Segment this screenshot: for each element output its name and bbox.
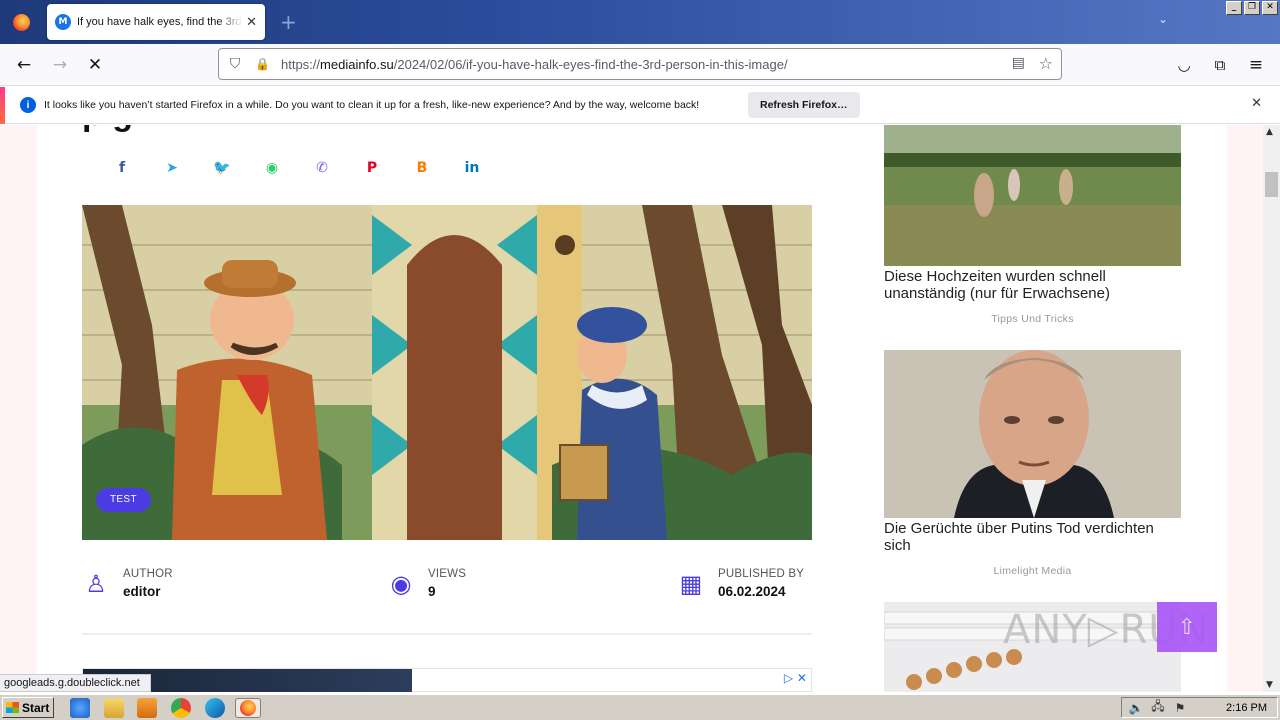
file-explorer-icon[interactable] <box>104 698 124 718</box>
scroll-down-arrow-icon[interactable]: ▼ <box>1266 680 1273 690</box>
minimize-button[interactable]: _ <box>1226 1 1242 15</box>
close-window-button[interactable]: ✕ <box>1262 1 1278 15</box>
sidebar-title-2[interactable]: Die Gerüchte über Putins Tod verdichten … <box>884 520 1184 554</box>
published-value: 06.02.2024 <box>718 584 786 599</box>
linkedin-icon[interactable]: in <box>447 160 497 176</box>
category-tag[interactable]: TEST <box>96 488 151 512</box>
tracking-protection-shield-icon[interactable]: ⛉ <box>227 56 243 72</box>
article-hero-image <box>82 205 812 540</box>
author-value[interactable]: editor <box>123 584 173 599</box>
sidebar-title-1[interactable]: Diese Hochzeiten wurden schnell unanstän… <box>884 268 1184 302</box>
page-scrollbar[interactable]: ▲ ▼ <box>1263 125 1280 692</box>
tab-close-icon[interactable]: ✕ <box>246 15 257 30</box>
eye-icon: ◉ <box>390 569 412 598</box>
firefox-icon <box>240 700 256 716</box>
status-link-preview: googleads.g.doubleclick.net <box>0 674 151 692</box>
extensions-puzzle-icon[interactable]: ⧉ <box>1209 54 1231 76</box>
published-meta: ▦ PUBLISHED BY 06.02.2024 <box>676 568 804 599</box>
volume-icon[interactable]: 🔈 <box>1128 701 1144 715</box>
window-controls: _ ❐ ✕ <box>1226 1 1278 15</box>
whatsapp-icon[interactable]: ◉ <box>247 160 297 176</box>
site-favicon-icon: M <box>55 14 71 30</box>
url-domain: mediainfo.su <box>320 56 394 72</box>
telegram-icon[interactable]: ➤ <box>147 160 197 176</box>
list-all-tabs-chevron-icon[interactable]: ⌄ <box>1158 12 1168 26</box>
pocket-icon[interactable]: ◡ <box>1173 54 1195 76</box>
scroll-thumb[interactable] <box>1265 172 1278 197</box>
calendar-icon: ▦ <box>679 569 703 598</box>
twitter-icon[interactable]: 🐦 <box>197 160 247 176</box>
navigation-toolbar: ← → ✕ ⛉ 🔒 https://mediainfo.su/2024/02/0… <box>0 44 1280 86</box>
article-title: p g <box>82 125 133 134</box>
bookmark-star-icon[interactable]: ☆ <box>1039 54 1053 73</box>
windows-taskbar: Start 🔈 🖧 ⚑ 2:16 PM <box>0 694 1280 720</box>
media-player-icon[interactable] <box>137 698 157 718</box>
notification-text: It looks like you haven’t started Firefo… <box>44 99 700 111</box>
viber-icon[interactable]: ✆ <box>297 160 347 176</box>
start-button[interactable]: Start <box>2 697 54 718</box>
tab-active[interactable]: M If you have halk eyes, find the 3rd pe… <box>47 4 265 40</box>
chrome-icon[interactable] <box>171 698 191 718</box>
refresh-firefox-button[interactable]: Refresh Firefox… <box>748 92 860 118</box>
section-divider <box>82 633 812 635</box>
notification-bar: i It looks like you haven’t started Fire… <box>0 87 1280 124</box>
share-bar: f ➤ 🐦 ◉ ✆ P Bin <box>97 160 497 176</box>
reader-view-icon[interactable]: ▤ <box>1012 55 1025 71</box>
clock[interactable]: 2:16 PM <box>1226 702 1267 714</box>
facebook-icon[interactable]: f <box>97 160 147 176</box>
firefox-logo-icon <box>12 13 30 31</box>
info-icon: i <box>20 97 36 113</box>
scroll-up-arrow-icon[interactable]: ▲ <box>1266 127 1273 137</box>
tab-bar: M If you have halk eyes, find the 3rd pe… <box>0 0 1280 44</box>
address-bar[interactable]: ⛉ 🔒 https://mediainfo.su/2024/02/06/if-y… <box>218 48 1062 80</box>
new-tab-plus-icon[interactable]: + <box>280 10 297 34</box>
lock-icon[interactable]: 🔒 <box>255 57 270 71</box>
tab-title: If you have halk eyes, find the 3rd pers… <box>77 16 243 28</box>
system-tray: 🔈 🖧 ⚑ 2:16 PM <box>1121 697 1278 718</box>
web-page: p g f➤🐦◉✆PBin <box>0 125 1263 692</box>
scroll-to-top-button[interactable]: ⇧ <box>1157 602 1217 652</box>
advertisement-banner[interactable]: ▷ ✕ <box>82 668 812 692</box>
user-icon: ♙ <box>85 569 107 598</box>
back-arrow-icon[interactable]: ← <box>13 54 35 76</box>
network-icon[interactable]: 🖧 <box>1150 697 1166 718</box>
views-meta: ◉ VIEWS 9 <box>386 568 466 599</box>
firefox-menu-button[interactable] <box>0 0 42 44</box>
pinterest-icon[interactable]: P <box>347 160 397 176</box>
restore-button[interactable]: ❐ <box>1244 1 1260 15</box>
edge-icon[interactable] <box>205 698 225 718</box>
internet-explorer-icon[interactable] <box>70 698 90 718</box>
blogger-icon[interactable]: B <box>397 160 447 176</box>
url-scheme: https:// <box>281 56 321 72</box>
firefox-taskbar-button[interactable] <box>235 698 261 718</box>
views-label: VIEWS <box>428 568 467 580</box>
sidebar-source-2[interactable]: Limelight Media <box>884 565 1181 577</box>
notification-close-icon[interactable]: ✕ <box>1251 96 1262 111</box>
stop-loading-icon[interactable]: ✕ <box>84 54 106 76</box>
author-meta: ♙ AUTHOR editor <box>81 568 173 599</box>
hamburger-menu-icon[interactable]: ≡ <box>1245 54 1267 76</box>
author-label: AUTHOR <box>123 568 173 580</box>
sidebar-source-1[interactable]: Tipps Und Tricks <box>884 313 1181 325</box>
flag-icon[interactable]: ⚑ <box>1172 701 1188 715</box>
forward-arrow-icon[interactable]: → <box>49 54 71 76</box>
windows-logo-icon <box>6 702 19 713</box>
sidebar-image-2[interactable] <box>884 350 1181 518</box>
url-path: /2024/02/06/if-you-have-halk-eyes-find-t… <box>393 56 788 72</box>
url-text[interactable]: https://mediainfo.su/2024/02/06/if-you-h… <box>281 57 788 72</box>
views-value: 9 <box>428 584 436 599</box>
sidebar-image-1[interactable] <box>884 125 1181 266</box>
ad-choices-icon[interactable]: ▷ ✕ <box>784 671 807 685</box>
published-label: PUBLISHED BY <box>718 568 805 580</box>
start-label: Start <box>22 700 50 715</box>
